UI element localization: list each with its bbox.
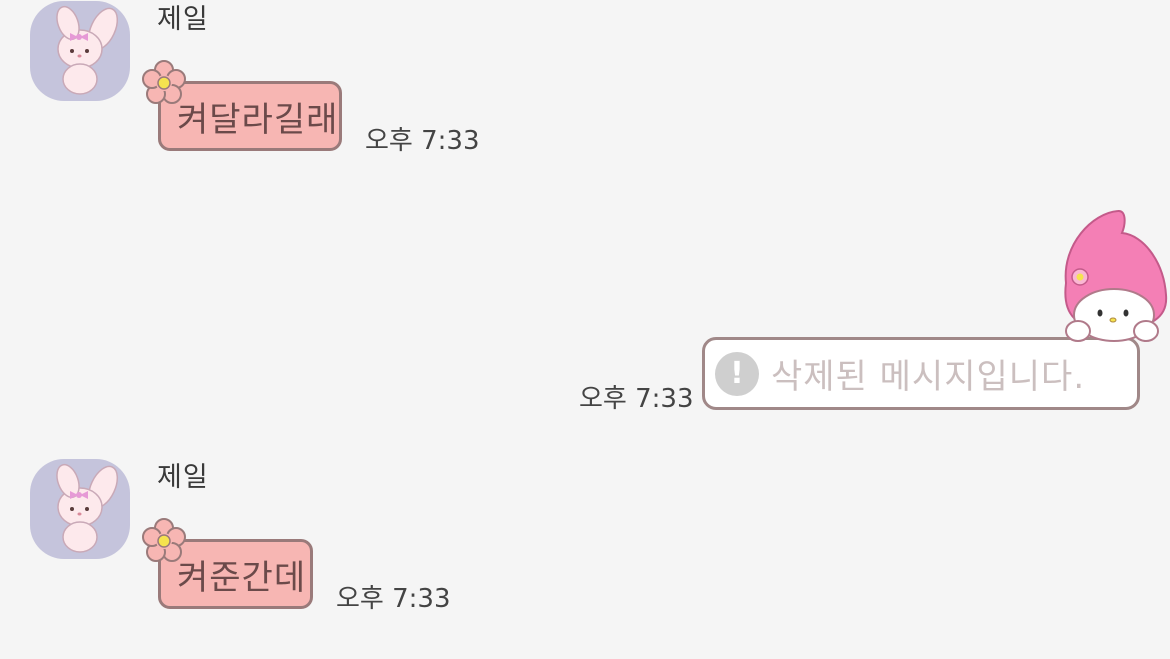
bunny-avatar-icon <box>56 463 119 553</box>
sender-name: 제일 <box>157 4 209 35</box>
message-time: 오후 7:33 <box>579 384 694 414</box>
bunny-avatar-icon <box>56 5 119 95</box>
chat-room: 제일 켜달라길래 오후 7:33 오후 7:33 ! 삭제된 메시지입니다. 제… <box>0 0 1170 659</box>
deleted-message-text: 삭제된 메시지입니다. <box>771 357 1086 397</box>
exclamation-icon: ! <box>715 351 759 396</box>
message-time: 오후 7:33 <box>336 584 451 614</box>
sender-avatar[interactable] <box>30 1 130 101</box>
message-text: 켜준간데 <box>177 557 307 598</box>
my-melody-character-icon <box>1064 210 1168 342</box>
message-text: 켜달라길래 <box>177 99 339 140</box>
flower-icon <box>142 518 186 562</box>
sender-name: 제일 <box>157 462 209 493</box>
flower-icon <box>142 60 186 104</box>
message-time: 오후 7:33 <box>365 126 480 156</box>
sender-avatar[interactable] <box>30 459 130 559</box>
